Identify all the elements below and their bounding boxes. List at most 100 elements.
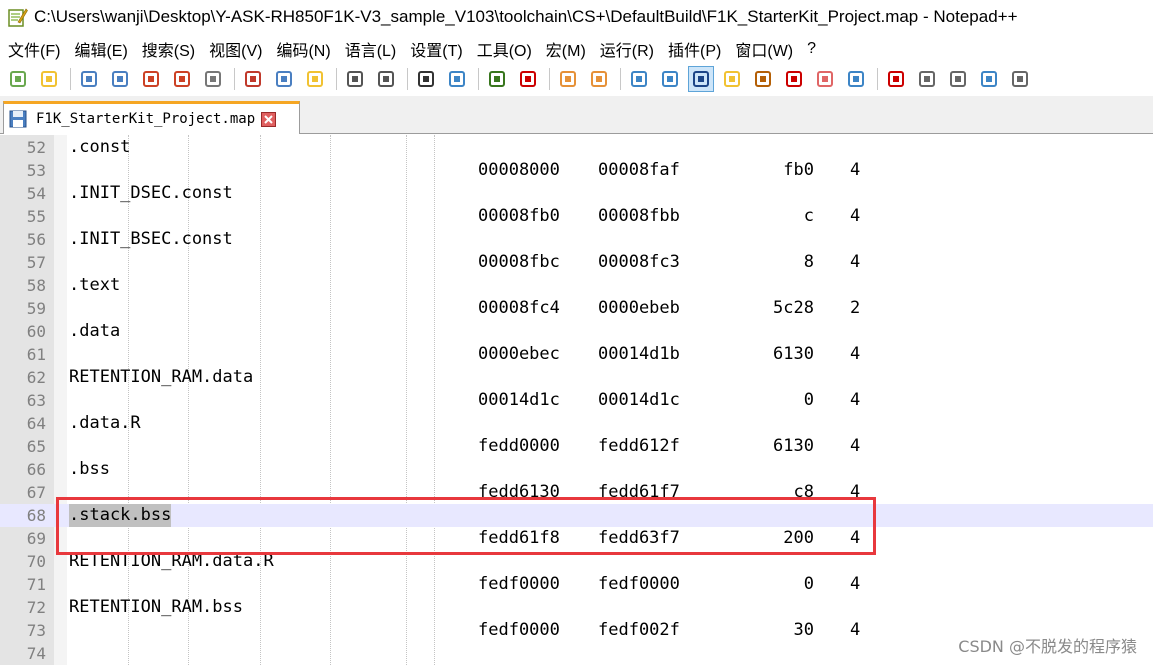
menu-item-11[interactable]: 窗口(W) [727, 37, 799, 61]
menu-item-1[interactable]: 编辑(E) [66, 37, 133, 61]
editor-line[interactable]: 63 00014d1c 00014d1c 0 4 [0, 389, 1153, 412]
menu-item-12[interactable]: ? [799, 40, 822, 58]
menu-item-7[interactable]: 工具(O) [469, 37, 538, 61]
map-end-value: 00014d1b [598, 344, 680, 364]
section-name: .bss [69, 459, 110, 479]
save-macro-icon[interactable] [1008, 67, 1032, 91]
record-macro-icon[interactable] [884, 67, 908, 91]
editor-line[interactable]: 60 .data [0, 320, 1153, 343]
map-start-value: fedf0000 [478, 620, 560, 640]
map-start-value: 0000ebec [478, 344, 560, 364]
user-language-icon[interactable] [720, 67, 744, 91]
close-tab-icon[interactable] [261, 111, 277, 127]
word-wrap-icon[interactable] [627, 67, 651, 91]
map-size-value: 5c28 [773, 298, 814, 318]
new-file-icon[interactable] [6, 67, 30, 91]
tab-label: F1K_StarterKit_Project.map [36, 111, 256, 127]
show-all-chars-icon[interactable] [658, 67, 682, 91]
indent-guide-icon[interactable] [688, 66, 714, 92]
editor-line[interactable]: 53 00008000 00008faf fb0 4 [0, 159, 1153, 182]
menu-item-10[interactable]: 插件(P) [660, 37, 727, 61]
editor-line[interactable]: 57 00008fbc 00008fc3 8 4 [0, 251, 1153, 274]
menu-item-2[interactable]: 搜索(S) [134, 37, 201, 61]
map-size-value: fb0 [783, 160, 814, 180]
play-macro-icon[interactable] [946, 67, 970, 91]
map-start-value: 00008fc4 [478, 298, 560, 318]
editor-line[interactable]: 61 0000ebec 00014d1b 6130 4 [0, 343, 1153, 366]
save-all-icon[interactable] [108, 67, 132, 91]
editor-line[interactable]: 52 .const [0, 136, 1153, 159]
replace-icon[interactable] [445, 67, 469, 91]
menu-item-6[interactable]: 设置(T) [402, 37, 468, 61]
zoom-in-icon[interactable] [485, 67, 509, 91]
undo-icon[interactable] [343, 67, 367, 91]
editor-area[interactable]: 52 .const 53 00008000 00008faf fb0 4 54 .INIT_DS… [0, 135, 1153, 665]
function-list-icon[interactable] [782, 67, 806, 91]
line-number: 60 [26, 322, 46, 341]
menu-bar: 文件(F) 编辑(E) 搜索(S) 视图(V) 编码(N) 语言(L) 设置(T) 工具(O)… [0, 34, 1153, 64]
menu-item-9[interactable]: 运行(R) [592, 37, 660, 61]
save-icon[interactable] [77, 67, 101, 91]
find-icon[interactable] [414, 67, 438, 91]
toolbar-separator [70, 68, 71, 90]
folder-workspace-icon[interactable] [813, 67, 837, 91]
menu-item-5[interactable]: 语言(L) [337, 37, 403, 61]
doc-map-icon[interactable] [751, 67, 775, 91]
toolbar-separator [877, 68, 878, 90]
watermark: CSDN @不脱发的程序猿 [958, 637, 1137, 656]
editor-line[interactable]: 58 .text [0, 274, 1153, 297]
line-number: 72 [26, 598, 46, 617]
paste-icon[interactable] [303, 67, 327, 91]
line-number: 54 [26, 184, 46, 203]
zoom-out-icon[interactable] [516, 67, 540, 91]
copy-icon[interactable] [272, 67, 296, 91]
editor-line[interactable]: 72 RETENTION_RAM.bss [0, 596, 1153, 619]
section-name: .data.R [69, 413, 141, 433]
map-start-value: fedd0000 [478, 436, 560, 456]
editor-line[interactable]: 66 .bss [0, 458, 1153, 481]
map-end-value: 00008faf [598, 160, 680, 180]
toolbar-separator [234, 68, 235, 90]
line-number: 63 [26, 391, 46, 410]
monitoring-icon[interactable] [844, 67, 868, 91]
map-start-value: 00008fbc [478, 252, 560, 272]
menu-item-3[interactable]: 视图(V) [201, 37, 268, 61]
print-icon[interactable] [201, 67, 225, 91]
menu-item-8[interactable]: 宏(M) [538, 37, 592, 61]
section-name: RETENTION_RAM.bss [69, 597, 243, 617]
map-start-value: fedf0000 [478, 574, 560, 594]
redo-icon[interactable] [374, 67, 398, 91]
line-number: 58 [26, 276, 46, 295]
editor-line[interactable]: 59 00008fc4 0000ebeb 5c28 2 [0, 297, 1153, 320]
line-number: 65 [26, 437, 46, 456]
editor-line[interactable]: 64 .data.R [0, 412, 1153, 435]
stop-record-icon[interactable] [915, 67, 939, 91]
editor-line[interactable]: 62 RETENTION_RAM.data [0, 366, 1153, 389]
map-size-value: c [803, 206, 814, 226]
map-size-value: 6130 [773, 344, 814, 364]
line-number: 59 [26, 299, 46, 318]
saved-file-icon [9, 110, 27, 128]
menu-item-0[interactable]: 文件(F) [0, 37, 66, 61]
map-size-value: 30 [793, 620, 814, 640]
map-align-value: 4 [850, 252, 861, 272]
close-icon[interactable] [139, 67, 163, 91]
tab-map-file[interactable]: F1K_StarterKit_Project.map [3, 101, 300, 134]
map-end-value: fedd612f [598, 436, 680, 456]
editor-line[interactable]: 54 .INIT_DSEC.const [0, 182, 1153, 205]
editor-line[interactable]: 56 .INIT_BSEC.const [0, 228, 1153, 251]
line-number: 70 [26, 552, 46, 571]
menu-item-4[interactable]: 编码(N) [268, 37, 336, 61]
cut-icon[interactable] [241, 67, 265, 91]
sync-vertical-icon[interactable] [556, 67, 580, 91]
annotation-highlight-box [56, 497, 876, 555]
open-file-icon[interactable] [37, 67, 61, 91]
line-number: 73 [26, 621, 46, 640]
editor-line[interactable]: 65 fedd0000 fedd612f 6130 4 [0, 435, 1153, 458]
editor-line[interactable]: 55 00008fb0 00008fbb c 4 [0, 205, 1153, 228]
sync-horizontal-icon[interactable] [587, 67, 611, 91]
editor-line[interactable]: 71 fedf0000 fedf0000 0 4 [0, 573, 1153, 596]
run-macro-multiple-icon[interactable] [977, 67, 1001, 91]
map-size-value: 6130 [773, 436, 814, 456]
close-all-icon[interactable] [170, 67, 194, 91]
